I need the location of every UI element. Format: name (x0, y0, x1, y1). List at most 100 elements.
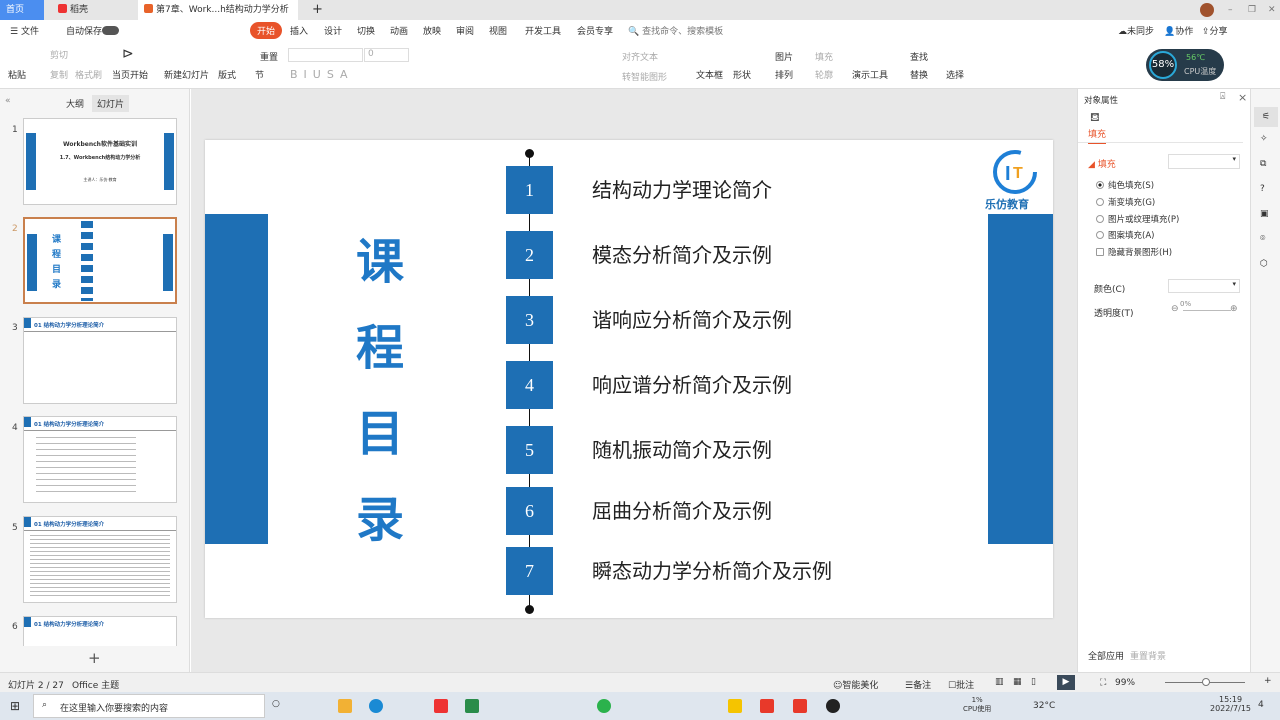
wps-icon[interactable] (793, 699, 807, 713)
font-size-select[interactable]: 0 (364, 48, 409, 62)
properties-icon[interactable]: ⚟ (1254, 107, 1278, 127)
tab-outline[interactable]: 大纲 (66, 97, 84, 110)
fill-type-select[interactable]: ▾ (1168, 154, 1240, 169)
wechat-icon[interactable] (597, 699, 611, 713)
explorer-icon[interactable] (338, 699, 352, 713)
transparency-slider[interactable] (1183, 310, 1231, 311)
add-slide-button[interactable]: + (88, 649, 101, 667)
animation-icon[interactable]: ✧ (1260, 134, 1268, 144)
fit-icon[interactable]: ⛶ (1100, 678, 1106, 688)
reset-button[interactable]: 重置 (260, 50, 278, 63)
format-painter-button[interactable]: 格式刷 (75, 68, 102, 81)
slide-thumbnail-5[interactable]: 01 结构动力学分析理论简介 (23, 516, 177, 603)
fill-button[interactable]: 填充 (815, 50, 833, 63)
menu-devtools[interactable]: 开发工具 (525, 24, 561, 37)
app-icon[interactable] (728, 699, 742, 713)
image-icon[interactable]: ▣ (1260, 209, 1269, 219)
cut-button[interactable]: 剪切 (50, 48, 68, 61)
smart-shape-button[interactable]: 转智能图形 (622, 70, 667, 83)
copy-button[interactable]: 复制 (50, 68, 68, 81)
menu-slideshow[interactable]: 放映 (423, 24, 441, 37)
slide-thumbnail-6[interactable]: 01 结构动力学分析理论简介 (23, 616, 177, 646)
menu-review[interactable]: 审阅 (456, 24, 474, 37)
menu-design[interactable]: 设计 (324, 24, 342, 37)
close-window-icon[interactable]: ✕ (1262, 0, 1276, 20)
command-search[interactable]: 🔍 查找命令、搜索模板 (628, 24, 723, 37)
location-icon[interactable]: ⌾ (1260, 234, 1265, 244)
apply-all-button[interactable]: 全部应用 (1088, 649, 1124, 662)
zoom-level[interactable]: 99% (1115, 678, 1135, 688)
section-button[interactable]: 节 (255, 68, 264, 81)
textbox-button[interactable]: 文本框 (696, 68, 723, 81)
menu-start[interactable]: 开始 (250, 22, 283, 39)
app-icon[interactable] (434, 699, 448, 713)
tab-slides[interactable]: 幻灯片 (92, 95, 130, 112)
slide[interactable]: 课 程 目 录 1 结构动力学理论简介 2 模态分析简介及示例 3 谐响应分析简介及示例 4… (205, 140, 1053, 618)
play-icon[interactable]: ⊳ (122, 46, 134, 62)
collapse-panel-icon[interactable]: « (5, 96, 11, 106)
radio-picture-fill[interactable]: 图片或纹理填充(P) (1096, 213, 1179, 225)
cube-icon[interactable]: ⬡ (1260, 259, 1268, 269)
replace-button[interactable]: 替换 (910, 68, 928, 81)
clock[interactable]: 15:19 2022/7/15 (1210, 695, 1251, 713)
menu-insert[interactable]: 插入 (290, 24, 308, 37)
arrange-button[interactable]: 排列 (775, 68, 793, 81)
menu-member[interactable]: 会员专享 (577, 24, 613, 37)
avatar[interactable] (1200, 3, 1214, 17)
align-text-button[interactable]: 对齐文本 (622, 50, 658, 63)
recorder-icon[interactable] (826, 699, 840, 713)
weather[interactable]: 32°C (1033, 701, 1055, 711)
sync-button[interactable]: ☁未同步 (1118, 24, 1154, 37)
wps-icon[interactable] (760, 699, 774, 713)
reset-bg-button[interactable]: 重置背景 (1130, 649, 1166, 662)
slide-thumbnail-2[interactable]: 课程目录 (23, 217, 177, 304)
slide-thumbnail-1[interactable]: Workbench软件基础实训 1.7、Workbench结构动力学分析 主讲人… (23, 118, 177, 205)
fill-section-header[interactable]: ◢ 填充 (1088, 157, 1116, 170)
font-style-buttons[interactable]: BIUSA (290, 68, 354, 81)
slide-thumbnail-3[interactable]: 01 结构动力学分析理论简介 (23, 317, 177, 404)
radio-pattern-fill[interactable]: 图案填充(A) (1096, 229, 1154, 241)
taskbar-search[interactable]: ⌕ 在这里输入你要搜索的内容 (33, 694, 265, 718)
notification-icon[interactable]: 4 (1258, 700, 1264, 710)
minimize-icon[interactable]: – (1222, 0, 1233, 20)
new-slide-button[interactable]: 新建幻灯片 (164, 68, 209, 81)
paste-button[interactable]: 粘贴 (8, 68, 26, 81)
windows-start-icon[interactable]: ⊞ (10, 699, 20, 713)
beautify-button[interactable]: ☺智能美化 (833, 678, 878, 691)
radio-solid-fill[interactable]: 纯色填充(S) (1096, 179, 1154, 191)
panel-title[interactable]: 对象属性 (1084, 94, 1118, 106)
play-from-current-button[interactable]: 当页开始 (112, 68, 148, 81)
file-menu[interactable]: ☰ 文件 (10, 24, 39, 37)
comments-button[interactable]: ☐批注 (948, 678, 974, 691)
help-icon[interactable]: ? (1260, 184, 1265, 194)
tab-home[interactable]: 首页 (0, 0, 44, 20)
share-button[interactable]: ⇪分享 (1202, 24, 1228, 37)
tab-docer[interactable]: 稻壳 (52, 0, 132, 20)
zoom-in-icon[interactable]: + (1264, 676, 1272, 686)
slide-thumbnail-4[interactable]: 01 结构动力学分析理论简介 (23, 416, 177, 503)
menu-animation[interactable]: 动画 (390, 24, 408, 37)
transition-icon[interactable]: ⧉ (1260, 159, 1266, 169)
picture-button[interactable]: 图片 (775, 50, 793, 63)
color-select[interactable]: ▾ (1168, 279, 1240, 293)
find-button[interactable]: 查找 (910, 50, 928, 63)
zoom-slider-thumb[interactable] (1202, 678, 1210, 686)
hide-bg-checkbox[interactable]: 隐藏背景图形(H) (1096, 246, 1172, 258)
new-tab-button[interactable]: + (306, 0, 323, 20)
layout-button[interactable]: 版式 (218, 68, 236, 81)
menu-transition[interactable]: 切换 (357, 24, 375, 37)
restore-icon[interactable]: ❐ (1242, 0, 1256, 20)
tab-document[interactable]: 第7章、Work...h结构动力学分析× (138, 0, 298, 35)
font-name-select[interactable] (288, 48, 363, 62)
normal-view-button[interactable]: ▥ (995, 677, 1004, 687)
outline-button[interactable]: 轮廓 (815, 68, 833, 81)
reading-view-button[interactable]: ▯ (1031, 677, 1036, 687)
sorter-view-button[interactable]: ▦ (1013, 677, 1022, 687)
app-icon[interactable] (465, 699, 479, 713)
present-tools-button[interactable]: 演示工具 (852, 68, 888, 81)
edge-icon[interactable] (369, 699, 383, 713)
autosave-toggle[interactable] (102, 26, 119, 35)
select-button[interactable]: 选择 (946, 68, 964, 81)
collab-button[interactable]: 👤协作 (1164, 24, 1193, 37)
increase-icon[interactable]: ⊕ (1230, 304, 1238, 314)
